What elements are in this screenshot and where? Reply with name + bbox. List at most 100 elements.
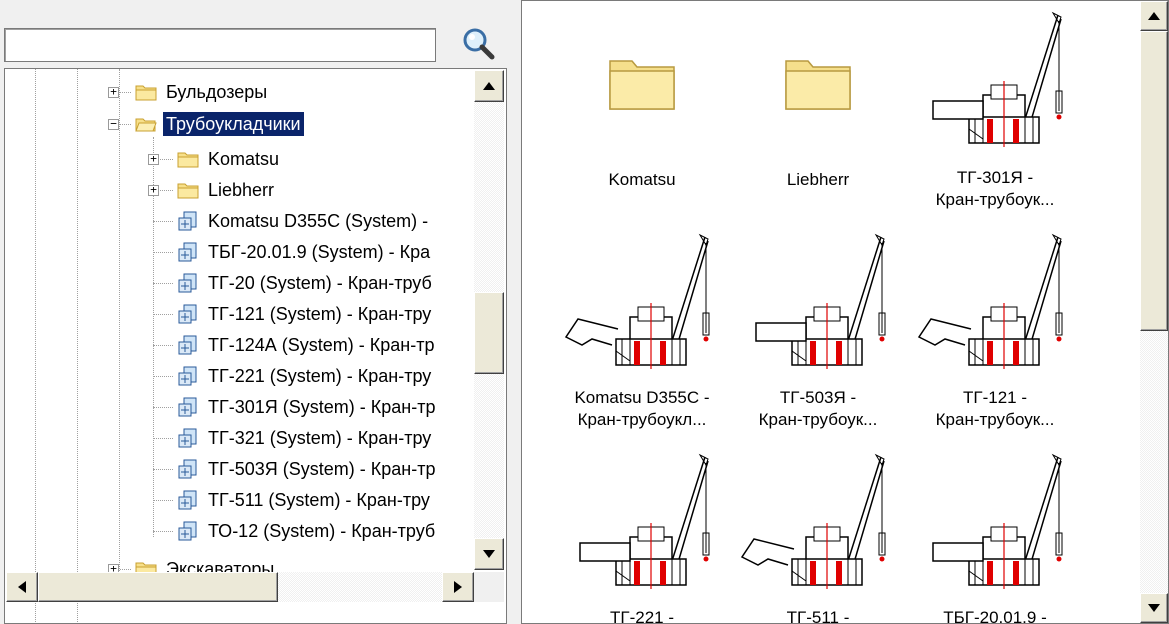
tree-connector — [153, 221, 173, 222]
tree-connector — [153, 531, 173, 532]
search-field[interactable] — [4, 28, 436, 62]
folder-open-icon — [135, 115, 157, 133]
block-icon — [177, 272, 199, 294]
tree-connector — [153, 252, 173, 253]
crane-preview-icon — [907, 451, 1083, 591]
tree-item[interactable]: ТГ-321 (System) - Кран-тру — [177, 423, 434, 453]
gallery-block-tile[interactable]: ТГ-221 - — [554, 451, 730, 624]
tree-guide-line — [153, 137, 154, 537]
tree-item[interactable]: Бульдозеры — [135, 77, 270, 107]
tree-item-label: ТГ-321 (System) - Кран-тру — [208, 428, 432, 448]
tree-item[interactable]: ТГ-20 (System) - Кран-труб — [177, 268, 435, 298]
folder-icon — [135, 83, 157, 101]
pane-splitter[interactable] — [513, 0, 521, 624]
tile-caption: Liebherr — [786, 170, 850, 189]
tree-item[interactable]: Komatsu D355C (System) - — [177, 206, 431, 236]
block-icon — [177, 489, 199, 511]
crane-preview-icon — [730, 451, 906, 591]
crane-preview-icon — [554, 451, 730, 591]
tree-item[interactable]: Трубоукладчики — [135, 109, 305, 139]
tree-scroll-down-button[interactable] — [474, 538, 504, 570]
tree-item-label: Бульдозеры — [166, 82, 268, 102]
block-icon — [177, 396, 199, 418]
tile-caption: ТГ-221 - — [610, 608, 674, 624]
arrow-down-icon — [483, 550, 495, 558]
search-input[interactable] — [5, 29, 435, 61]
tree-item-label: Liebherr — [208, 180, 275, 200]
search-icon — [463, 28, 495, 60]
expand-icon[interactable]: + — [148, 153, 159, 165]
tree-item[interactable]: ТГ-221 (System) - Кран-тру — [177, 361, 434, 391]
gallery-scroll-thumb[interactable] — [1140, 31, 1168, 331]
tree-item[interactable]: ТГ-511 (System) - Кран-тру — [177, 485, 433, 515]
crane-preview-icon — [907, 231, 1083, 371]
crane-preview-icon — [907, 11, 1083, 151]
tree-connector — [153, 376, 173, 377]
tree-item[interactable]: Liebherr — [177, 175, 277, 205]
expand-icon[interactable]: + — [148, 184, 159, 196]
gallery-block-tile[interactable]: ТГ-121 - Кран-трубоук... — [907, 231, 1083, 431]
tree-scroll-right-button[interactable] — [442, 572, 474, 602]
tree-scroll-thumb[interactable] — [474, 292, 504, 374]
gallery-block-tile[interactable]: ТГ-511 - — [730, 451, 906, 624]
tree-item[interactable]: ТГ-121 (System) - Кран-тру — [177, 299, 434, 329]
gallery-scroll-down-button[interactable] — [1140, 593, 1168, 623]
tile-caption: ТГ-503Я - — [779, 388, 857, 407]
tile-caption: ТГ-301Я - — [956, 168, 1034, 187]
tree-item[interactable]: ТГ-124А (System) - Кран-тр — [177, 330, 437, 360]
tree-connector — [153, 500, 173, 501]
tile-caption: ТГ-121 - — [963, 388, 1027, 407]
tree-scroll-left-button[interactable] — [6, 572, 38, 602]
category-tree[interactable]: Бульдозеры + Трубоукладчики − Komatsu + Liebhe… — [4, 68, 507, 624]
folder-icon — [730, 11, 906, 151]
tree-connector — [153, 314, 173, 315]
tree-item[interactable]: ТБГ-20.01.9 (System) - Кра — [177, 237, 433, 267]
crane-preview-icon — [554, 231, 730, 371]
tile-caption: Komatsu D355C - — [574, 388, 710, 407]
folder-icon — [554, 11, 730, 151]
tree-item-label: ТГ-121 (System) - Кран-тру — [208, 304, 432, 324]
arrow-right-icon — [454, 581, 462, 593]
tree-item-label: ТБГ-20.01.9 (System) - Кра — [208, 242, 431, 262]
tile-caption: Komatsu — [608, 170, 676, 189]
block-icon — [177, 365, 199, 387]
tree-connector — [153, 438, 173, 439]
tree-item[interactable]: ТГ-301Я (System) - Кран-тр — [177, 392, 438, 422]
tree-item-label: Трубоукладчики — [162, 111, 305, 137]
collapse-icon[interactable]: − — [108, 118, 119, 130]
tree-connector — [153, 407, 173, 408]
arrow-up-icon — [1148, 12, 1160, 20]
expand-icon[interactable]: + — [108, 86, 119, 98]
gallery-block-tile[interactable]: Komatsu D355C - Кран-трубоукл... — [554, 231, 730, 431]
tree-item[interactable]: Komatsu — [177, 144, 282, 174]
gallery-folder-tile[interactable]: Komatsu — [554, 11, 730, 191]
block-icon — [177, 334, 199, 356]
tree-scroll-up-button[interactable] — [474, 70, 504, 102]
tree-item[interactable]: ТГ-503Я (System) - Кран-тр — [177, 454, 438, 484]
gallery-pane[interactable]: ТБГ-20.01.9 - ТГ-511 - ТГ-221 - ТГ-121 - Кра… — [521, 0, 1169, 624]
folder-icon — [177, 150, 199, 168]
tree-guide-line — [77, 69, 78, 623]
gallery-block-tile[interactable]: ТБГ-20.01.9 - — [907, 451, 1083, 624]
gallery-scroll-up-button[interactable] — [1140, 1, 1168, 31]
tree-hscroll-thumb[interactable] — [38, 572, 278, 602]
block-icon — [177, 241, 199, 263]
tree-item-label: Komatsu D355C (System) - — [208, 211, 429, 231]
search-button[interactable] — [458, 24, 500, 64]
tile-caption: ТГ-511 - — [786, 608, 850, 624]
tile-caption: ТБГ-20.01.9 - — [943, 608, 1047, 624]
tree-item-label: ТГ-503Я (System) - Кран-тр — [208, 459, 436, 479]
gallery-block-tile[interactable]: ТГ-301Я - Кран-трубоук... — [907, 11, 1083, 211]
tree-item-label: Komatsu — [208, 149, 280, 169]
block-icon — [177, 427, 199, 449]
block-icon — [177, 303, 199, 325]
folder-icon — [177, 181, 199, 199]
tree-item-label: ТГ-124А (System) - Кран-тр — [208, 335, 435, 355]
block-icon — [177, 210, 199, 232]
tree-connector — [153, 283, 173, 284]
tree-item[interactable]: ТО-12 (System) - Кран-труб — [177, 516, 438, 546]
gallery-block-tile[interactable]: ТГ-503Я - Кран-трубоук... — [730, 231, 906, 431]
gallery-folder-tile[interactable]: Liebherr — [730, 11, 906, 191]
tree-guide-line — [119, 69, 120, 577]
tile-caption-line2: Кран-трубоукл... — [577, 410, 707, 429]
